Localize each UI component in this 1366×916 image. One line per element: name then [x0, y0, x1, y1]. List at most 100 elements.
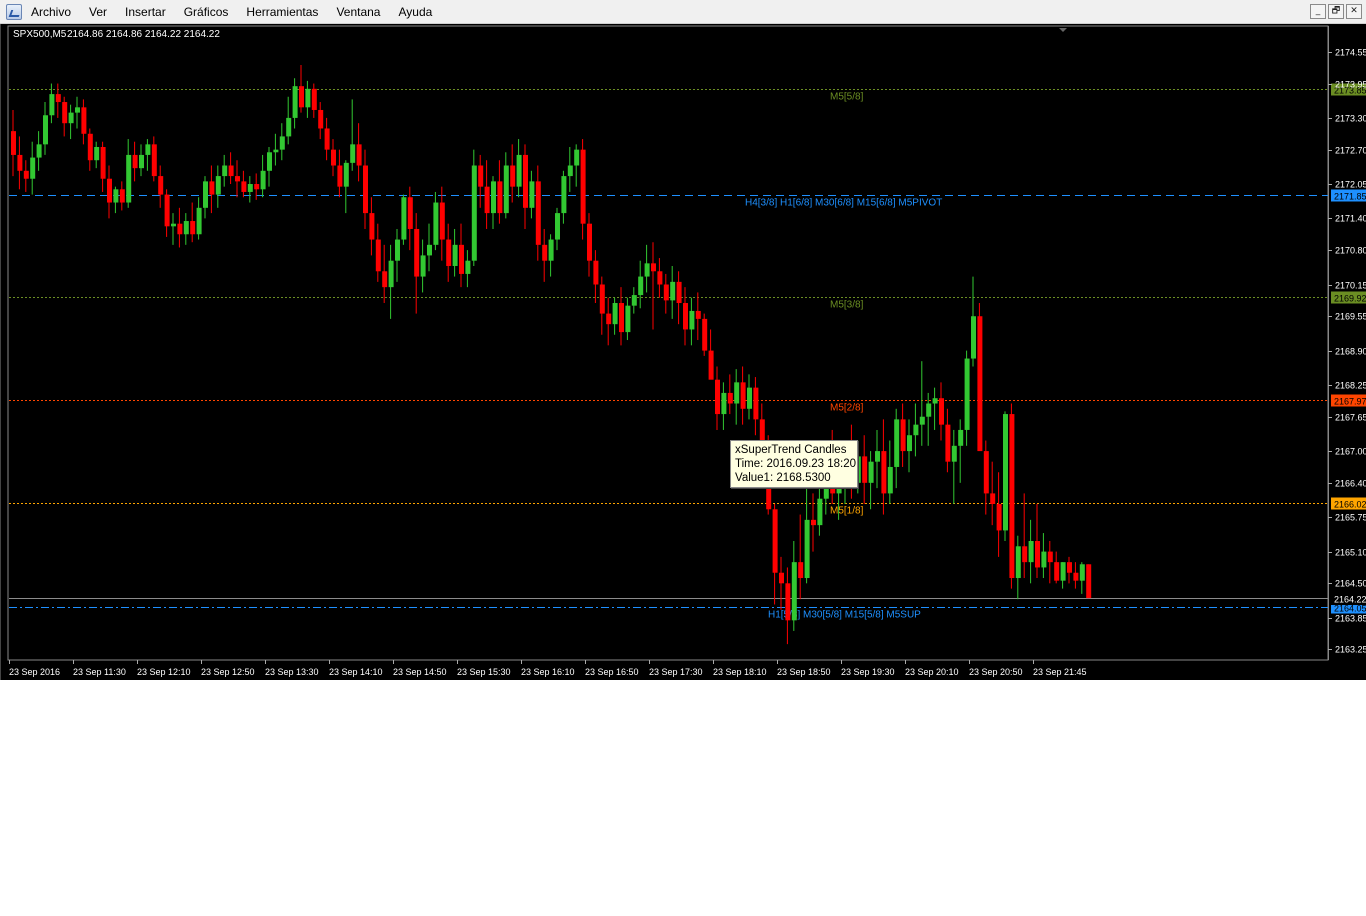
candle-body — [580, 149, 586, 224]
candle — [990, 461, 996, 526]
candle — [324, 117, 330, 161]
level-price-tag-text: 2171.85 — [1334, 192, 1366, 202]
candle — [439, 186, 445, 261]
candle-body — [638, 276, 644, 296]
time-tick-label: 23 Sep 18:10 — [713, 667, 767, 677]
candle — [100, 141, 106, 192]
candle-body — [484, 186, 490, 214]
menu-herramientas[interactable]: Herramientas — [237, 0, 327, 24]
candle — [81, 99, 87, 145]
candle — [612, 297, 618, 335]
tooltip-value: Value1: 2168.5300 — [735, 472, 831, 484]
candle-body — [651, 263, 656, 272]
time-tick-label: 23 Sep 12:10 — [137, 667, 191, 677]
level-label: M5[2/8] — [830, 403, 864, 414]
candle — [113, 186, 119, 214]
candle-body — [171, 223, 176, 227]
candle — [363, 149, 368, 229]
candle-body — [516, 154, 522, 187]
candle — [1009, 403, 1015, 589]
price-tick-label: 2172.05 — [1335, 180, 1366, 190]
price-axis: 2173.852171.852169.922167.972166.022164.… — [1328, 26, 1366, 660]
price-tick-label: 2166.40 — [1335, 479, 1366, 489]
candle — [932, 387, 938, 430]
candle — [619, 287, 624, 346]
candle — [875, 429, 880, 489]
candle — [907, 419, 912, 473]
candle-body — [964, 358, 970, 430]
candle — [343, 160, 349, 214]
candle-body — [203, 181, 208, 208]
chart-symbol: SPX500,M5 — [13, 29, 67, 40]
candle-body — [273, 149, 279, 153]
candle — [286, 96, 292, 145]
candle — [580, 139, 586, 240]
minimize-button[interactable]: _ — [1310, 4, 1326, 19]
candle-body — [740, 382, 746, 409]
candle — [177, 207, 183, 248]
candle-body — [113, 189, 119, 203]
menu-ver[interactable]: Ver — [80, 0, 116, 24]
candle — [260, 154, 266, 198]
candle-body — [619, 303, 624, 333]
candle-body — [433, 202, 439, 245]
chart-window[interactable]: M5[5/8] H4[3/8] H1[6/8] M30[6/8] M15[6/8]… — [0, 24, 1366, 680]
candle — [625, 297, 631, 341]
candle — [695, 292, 701, 341]
menu-ayuda[interactable]: Ayuda — [389, 0, 441, 24]
candle-body — [523, 154, 528, 208]
candle — [593, 250, 599, 304]
candle — [727, 374, 733, 415]
candle-body — [331, 149, 336, 166]
candle-body — [753, 387, 759, 420]
candle — [427, 223, 432, 272]
candle — [516, 139, 522, 198]
candle-body — [151, 144, 157, 177]
candle-body — [267, 152, 272, 171]
candle-body — [36, 144, 42, 158]
candle-body — [388, 260, 394, 288]
price-tick-label: 2172.70 — [1335, 146, 1366, 156]
menu-insertar[interactable]: Insertar — [116, 0, 175, 24]
candle — [299, 65, 304, 113]
candle — [292, 78, 298, 129]
candle — [503, 152, 509, 219]
chart-app-icon[interactable] — [6, 4, 22, 20]
candle — [1079, 562, 1085, 594]
candle-body — [1047, 551, 1053, 563]
time-tick-label: 23 Sep 20:50 — [969, 667, 1023, 677]
candle — [311, 83, 317, 118]
price-tick-label: 2173.30 — [1335, 114, 1366, 124]
level-label: M5[3/8] — [830, 300, 864, 311]
candle — [68, 104, 74, 140]
candle-body — [11, 131, 16, 155]
time-tick-label: 23 Sep 19:30 — [841, 667, 895, 677]
menu-ventana[interactable]: Ventana — [327, 0, 389, 24]
candle — [369, 197, 375, 256]
candle — [1067, 556, 1072, 584]
price-chart[interactable]: M5[5/8] H4[3/8] H1[6/8] M30[6/8] M15[6/8]… — [1, 24, 1366, 680]
candle-body — [958, 429, 964, 446]
candle — [587, 213, 592, 277]
menu-archivo[interactable]: Archivo — [22, 0, 80, 24]
candle — [708, 329, 714, 380]
candle-body — [1015, 546, 1021, 579]
candle — [407, 186, 413, 251]
candle — [1086, 564, 1092, 599]
candle-body — [548, 239, 554, 261]
shift-marker-icon[interactable] — [1059, 28, 1067, 32]
close-button[interactable]: ✕ — [1346, 4, 1362, 19]
time-tick-label: 23 Sep 18:50 — [777, 667, 831, 677]
candle-body — [1086, 564, 1092, 599]
candle-body — [715, 379, 720, 415]
candle-body — [599, 284, 605, 314]
candle-body — [407, 197, 413, 229]
candle-body — [695, 310, 701, 319]
candle — [459, 223, 464, 288]
candle — [721, 382, 727, 430]
candle-body — [75, 107, 80, 113]
candle-body — [990, 493, 996, 504]
restore-button[interactable]: 🗗 — [1328, 4, 1344, 19]
app-window: Archivo Ver Insertar Gráficos Herramient… — [0, 0, 1366, 680]
menu-graficos[interactable]: Gráficos — [175, 0, 238, 24]
